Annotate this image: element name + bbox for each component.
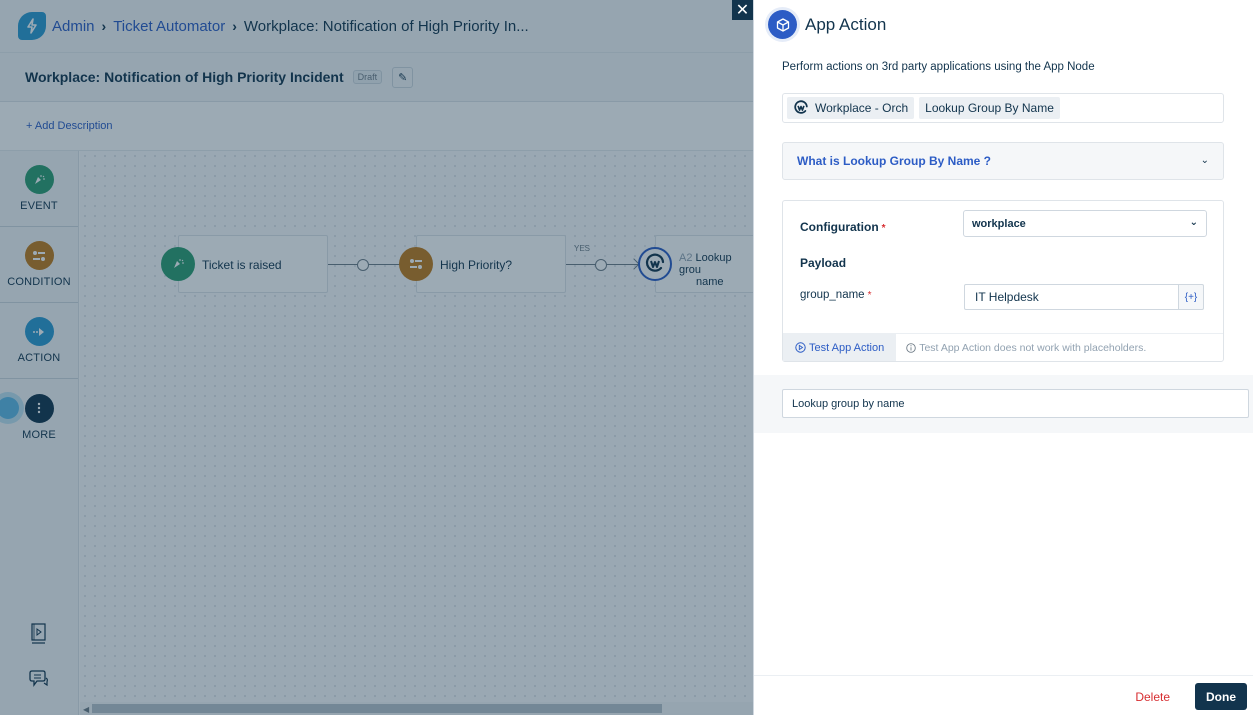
close-icon: ✕ <box>735 2 750 19</box>
test-note-text: Test App Action does not work with place… <box>919 341 1147 354</box>
play-circle-icon <box>795 342 806 353</box>
test-app-action-button[interactable]: Test App Action <box>783 334 897 361</box>
action-chip-label: Lookup Group By Name <box>925 101 1054 115</box>
panel-header: App Action <box>768 10 886 39</box>
configuration-section: Configuration * workplace ⌄ Payload group… <box>782 200 1224 362</box>
panel-subtitle: Perform actions on 3rd party application… <box>782 61 1095 73</box>
test-button-label: Test App Action <box>809 341 885 354</box>
configuration-select[interactable]: workplace ⌄ <box>963 210 1207 237</box>
app-action-selector[interactable]: Workplace - Orch Lookup Group By Name <box>782 93 1224 123</box>
cube-icon <box>768 10 797 39</box>
modal-backdrop[interactable] <box>0 0 753 715</box>
app-action-panel: App Action Perform actions on 3rd party … <box>753 0 1253 715</box>
configuration-value: workplace <box>972 217 1026 230</box>
action-chip[interactable]: Lookup Group By Name <box>919 97 1060 119</box>
action-info-accordion[interactable]: What is Lookup Group By Name ? ⌄ <box>782 142 1224 180</box>
group-name-label-text: group_name <box>800 289 865 301</box>
close-panel-button[interactable]: ✕ <box>732 0 753 20</box>
group-name-input[interactable]: IT Helpdesk <box>964 284 1179 310</box>
payload-label: Payload <box>800 256 847 270</box>
panel-title: App Action <box>805 14 887 34</box>
app-chip[interactable]: Workplace - Orch <box>787 97 915 119</box>
test-note: Test App Action does not work with place… <box>906 342 1146 354</box>
insert-placeholder-button[interactable]: {+} <box>1178 284 1204 310</box>
panel-footer: Delete Done <box>754 675 1253 715</box>
delete-button[interactable]: Delete <box>1135 690 1170 704</box>
workplace-logo-icon <box>794 100 808 114</box>
required-asterisk: * <box>867 290 872 301</box>
required-asterisk: * <box>881 223 886 234</box>
group-name-label: group_name * <box>800 289 871 301</box>
accordion-label: What is Lookup Group By Name ? <box>797 154 992 168</box>
app-chip-label: Workplace - Orch <box>815 101 909 115</box>
done-button[interactable]: Done <box>1195 683 1247 710</box>
configuration-label: Configuration * <box>800 220 886 234</box>
chevron-down-icon: ⌄ <box>1189 217 1198 228</box>
node-name-input[interactable]: Lookup group by name <box>782 389 1249 418</box>
configuration-label-text: Configuration <box>800 220 879 234</box>
node-name-section: Lookup group by name <box>754 375 1253 433</box>
chevron-down-icon: ⌄ <box>1200 155 1209 166</box>
info-icon <box>906 342 916 353</box>
test-bar: Test App Action Test App Action does not… <box>783 333 1223 361</box>
